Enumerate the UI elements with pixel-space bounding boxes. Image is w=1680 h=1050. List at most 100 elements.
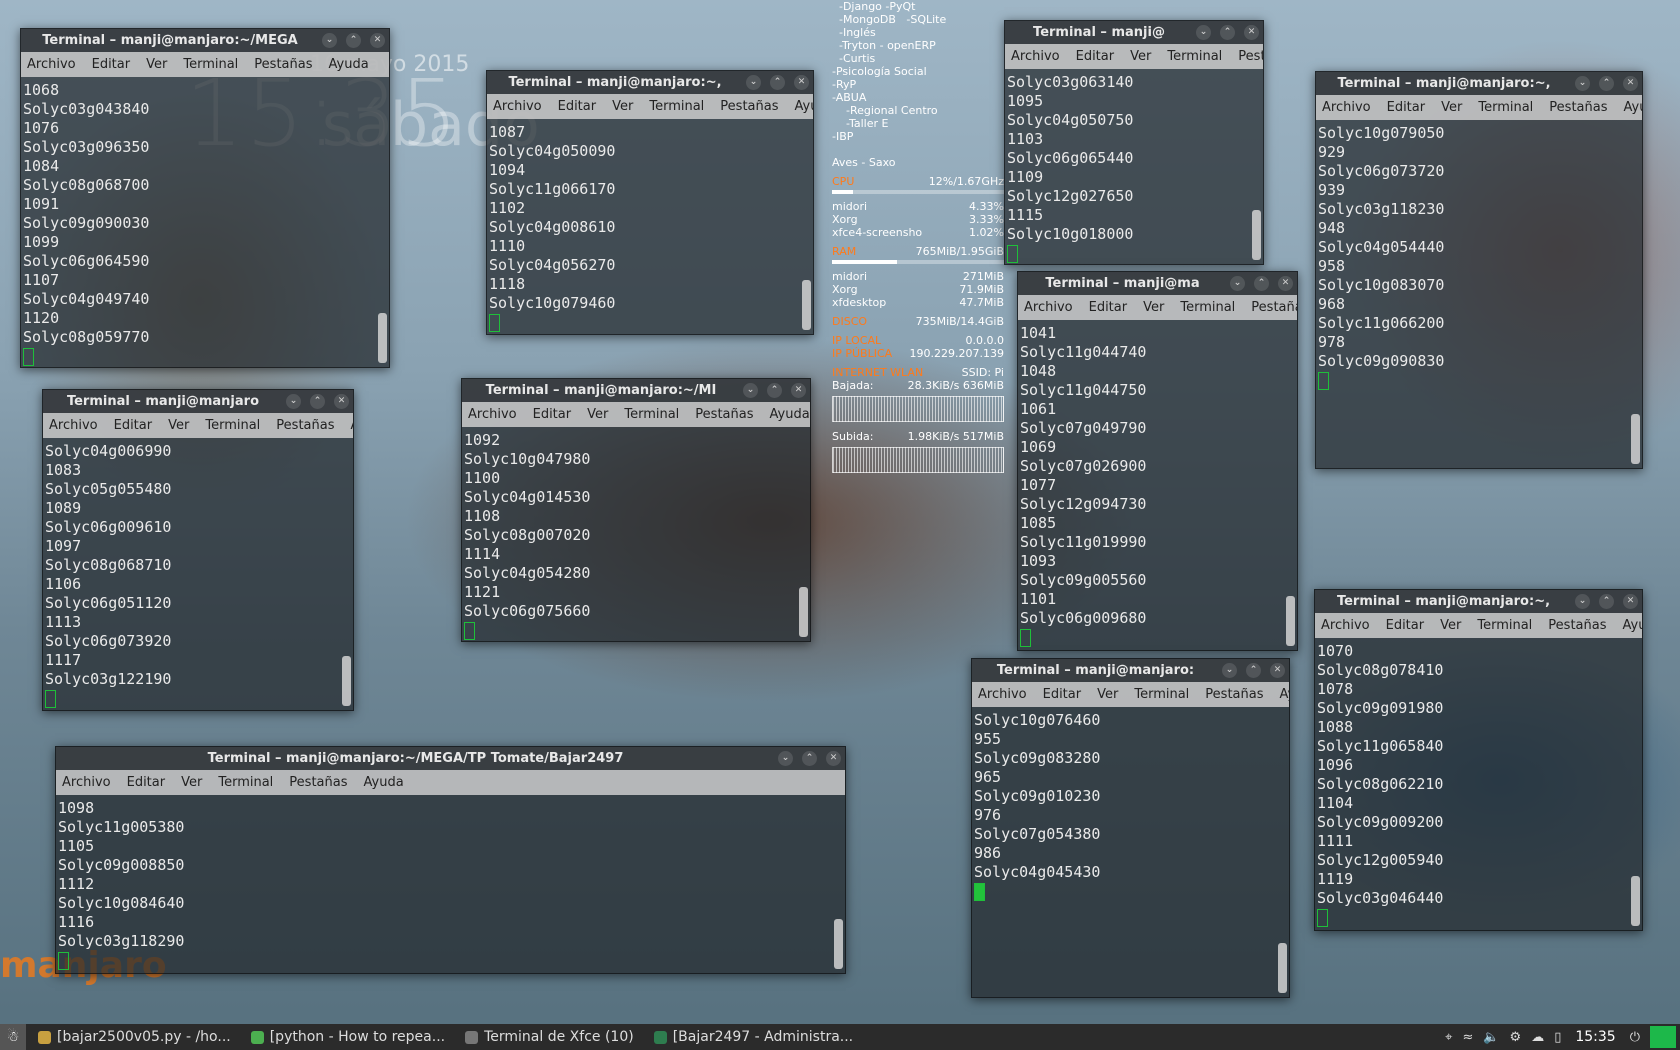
terminal-window-8[interactable]: Terminal – manji@manjaro:~/MEGA/TP Tomat… xyxy=(55,746,846,974)
close-icon[interactable]: ✕ xyxy=(791,383,806,398)
taskbar-task[interactable]: [Bajar2497 - Administra... xyxy=(646,1026,861,1048)
menu-archivo[interactable]: Archivo xyxy=(468,407,517,422)
menu-terminal[interactable]: Terminal xyxy=(1180,300,1235,315)
terminal-output[interactable]: 1098 Solyc11g005380 1105 Solyc09g008850 1112… xyxy=(56,797,831,973)
menu-terminal[interactable]: Terminal xyxy=(205,418,260,433)
menu-editar[interactable]: Editar xyxy=(1089,300,1128,315)
terminal-output[interactable]: 1087 Solyc04g050090 1094 Solyc11g066170 1102… xyxy=(487,121,799,334)
maximize-icon[interactable]: ⌃ xyxy=(1599,594,1614,609)
scrollbar-thumb[interactable] xyxy=(1286,596,1295,646)
minimize-icon[interactable]: ⌄ xyxy=(1196,25,1211,40)
menu-ver[interactable]: Ver xyxy=(1143,300,1164,315)
menu-terminal[interactable]: Terminal xyxy=(624,407,679,422)
terminal-output[interactable]: Solyc10g079050 929 Solyc06g073720 939 Solyc0… xyxy=(1316,122,1628,468)
terminal-window-3[interactable]: Terminal – manji@ ⌄ ⌃ ✕ Archivo Editar Ver Term… xyxy=(1004,20,1264,265)
menu-pestanas[interactable]: Pestañas xyxy=(1238,49,1263,64)
menu-ayuda[interactable]: Ayuda xyxy=(1280,687,1290,702)
menu-archivo[interactable]: Archivo xyxy=(1024,300,1073,315)
menu-editar[interactable]: Editar xyxy=(1043,687,1082,702)
show-desktop-button[interactable] xyxy=(1650,1026,1676,1048)
scrollbar-thumb[interactable] xyxy=(799,587,808,637)
menu-pestanas[interactable]: Pestañas xyxy=(695,407,753,422)
minimize-icon[interactable]: ⌄ xyxy=(1575,76,1590,91)
menu-terminal[interactable]: Terminal xyxy=(1477,618,1532,633)
wifi-icon[interactable]: ≈ xyxy=(1462,1030,1473,1045)
window-titlebar[interactable]: Terminal – manji@manjaro:~, ⌄ ⌃ ✕ xyxy=(487,71,813,94)
menu-ver[interactable]: Ver xyxy=(1130,49,1151,64)
menu-ver[interactable]: Ver xyxy=(1441,100,1462,115)
menu-pestanas[interactable]: Pestañas xyxy=(720,99,778,114)
power-icon[interactable]: ⏻ xyxy=(1630,1030,1640,1045)
terminal-window-6[interactable]: Terminal – manji@manjaro:~/MI ⌄ ⌃ ✕ Archivo E… xyxy=(461,378,811,642)
window-titlebar[interactable]: Terminal – manji@manjaro:~, ⌄ ⌃ ✕ xyxy=(1315,590,1642,613)
menu-editar[interactable]: Editar xyxy=(533,407,572,422)
menu-pestanas[interactable]: Pestañas xyxy=(1251,300,1297,315)
taskbar-task[interactable]: [python - How to repea... xyxy=(243,1026,453,1048)
menu-terminal[interactable]: Terminal xyxy=(1167,49,1222,64)
window-titlebar[interactable]: Terminal – manji@manjaro:~, ⌄ ⌃ ✕ xyxy=(1316,72,1642,95)
menu-ver[interactable]: Ver xyxy=(612,99,633,114)
menu-pestanas[interactable]: Pestañas xyxy=(1549,100,1607,115)
menu-editar[interactable]: Editar xyxy=(114,418,153,433)
menu-terminal[interactable]: Terminal xyxy=(218,775,273,790)
scrollbar-thumb[interactable] xyxy=(802,280,811,330)
menu-ayuda[interactable]: Ayuda xyxy=(795,99,814,114)
network-icon[interactable]: ⌖ xyxy=(1445,1030,1452,1045)
close-icon[interactable]: ✕ xyxy=(334,394,349,409)
taskbar-clock[interactable]: 15:35 xyxy=(1575,1029,1615,1045)
menu-pestanas[interactable]: Pestañas xyxy=(1205,687,1263,702)
close-icon[interactable]: ✕ xyxy=(794,75,809,90)
minimize-icon[interactable]: ⌄ xyxy=(743,383,758,398)
menu-editar[interactable]: Editar xyxy=(92,57,131,72)
menu-editar[interactable]: Editar xyxy=(1076,49,1115,64)
scrollbar-thumb[interactable] xyxy=(1278,943,1287,993)
terminal-window-7[interactable]: Terminal – manji@ma ⌄ ⌃ ✕ Archivo Editar Ver Te… xyxy=(1017,271,1298,651)
maximize-icon[interactable]: ⌃ xyxy=(802,751,817,766)
menu-editar[interactable]: Editar xyxy=(127,775,166,790)
menu-editar[interactable]: Editar xyxy=(1386,618,1425,633)
close-icon[interactable]: ✕ xyxy=(1278,276,1293,291)
terminal-window-5[interactable]: Terminal – manji@manjaro ⌄ ⌃ ✕ Archivo Editar… xyxy=(42,389,354,711)
menu-archivo[interactable]: Archivo xyxy=(1322,100,1371,115)
maximize-icon[interactable]: ⌃ xyxy=(1599,76,1614,91)
scrollbar-thumb[interactable] xyxy=(342,656,351,706)
menu-ver[interactable]: Ver xyxy=(587,407,608,422)
terminal-output[interactable]: 1068 Solyc03g043840 1076 Solyc03g096350 1084… xyxy=(21,79,375,367)
menu-terminal[interactable]: Terminal xyxy=(1134,687,1189,702)
taskbar-task[interactable]: [bajar2500v05.py - /ho... xyxy=(30,1026,239,1048)
menu-ver[interactable]: Ver xyxy=(1097,687,1118,702)
menu-archivo[interactable]: Archivo xyxy=(1011,49,1060,64)
minimize-icon[interactable]: ⌄ xyxy=(286,394,301,409)
maximize-icon[interactable]: ⌃ xyxy=(310,394,325,409)
window-titlebar[interactable]: Terminal – manji@manjaro:~/MEGA ⌄ ⌃ ✕ xyxy=(21,29,389,52)
menu-ayuda[interactable]: Ayuda xyxy=(329,57,369,72)
menu-ver[interactable]: Ver xyxy=(146,57,167,72)
menu-ayuda[interactable]: Ayuda xyxy=(1624,100,1643,115)
menu-editar[interactable]: Editar xyxy=(1387,100,1426,115)
menu-archivo[interactable]: Archivo xyxy=(493,99,542,114)
window-titlebar[interactable]: Terminal – manji@manjaro:~/MEGA/TP Tomat… xyxy=(56,747,845,770)
scrollbar-thumb[interactable] xyxy=(834,919,843,969)
window-titlebar[interactable]: Terminal – manji@manjaro:~/MI ⌄ ⌃ ✕ xyxy=(462,379,810,402)
terminal-output[interactable]: 1041 Solyc11g044740 1048 Solyc11g044750 1061… xyxy=(1018,322,1283,650)
settings-gear-icon[interactable]: ⚙ xyxy=(1510,1030,1522,1045)
minimize-icon[interactable]: ⌄ xyxy=(1222,663,1237,678)
menu-ver[interactable]: Ver xyxy=(168,418,189,433)
maximize-icon[interactable]: ⌃ xyxy=(1246,663,1261,678)
scrollbar-thumb[interactable] xyxy=(1252,210,1261,260)
window-titlebar[interactable]: Terminal – manji@manjaro ⌄ ⌃ ✕ xyxy=(43,390,353,413)
taskbar-task[interactable]: Terminal de Xfce (10) xyxy=(457,1026,642,1048)
close-icon[interactable]: ✕ xyxy=(1270,663,1285,678)
maximize-icon[interactable]: ⌃ xyxy=(1220,25,1235,40)
menu-ver[interactable]: Ver xyxy=(1440,618,1461,633)
volume-icon[interactable]: 🔈 xyxy=(1483,1030,1499,1045)
menu-ver[interactable]: Ver xyxy=(181,775,202,790)
minimize-icon[interactable]: ⌄ xyxy=(746,75,761,90)
menu-editar[interactable]: Editar xyxy=(558,99,597,114)
terminal-output[interactable]: Solyc04g006990 1083 Solyc05g055480 1089 Soly… xyxy=(43,440,339,710)
close-icon[interactable]: ✕ xyxy=(1623,594,1638,609)
menu-archivo[interactable]: Archivo xyxy=(27,57,76,72)
menu-ayuda[interactable]: Ayuda xyxy=(770,407,810,422)
terminal-window-1[interactable]: Terminal – manji@manjaro:~/MEGA ⌄ ⌃ ✕ Archiv… xyxy=(20,28,390,368)
minimize-icon[interactable]: ⌄ xyxy=(322,33,337,48)
